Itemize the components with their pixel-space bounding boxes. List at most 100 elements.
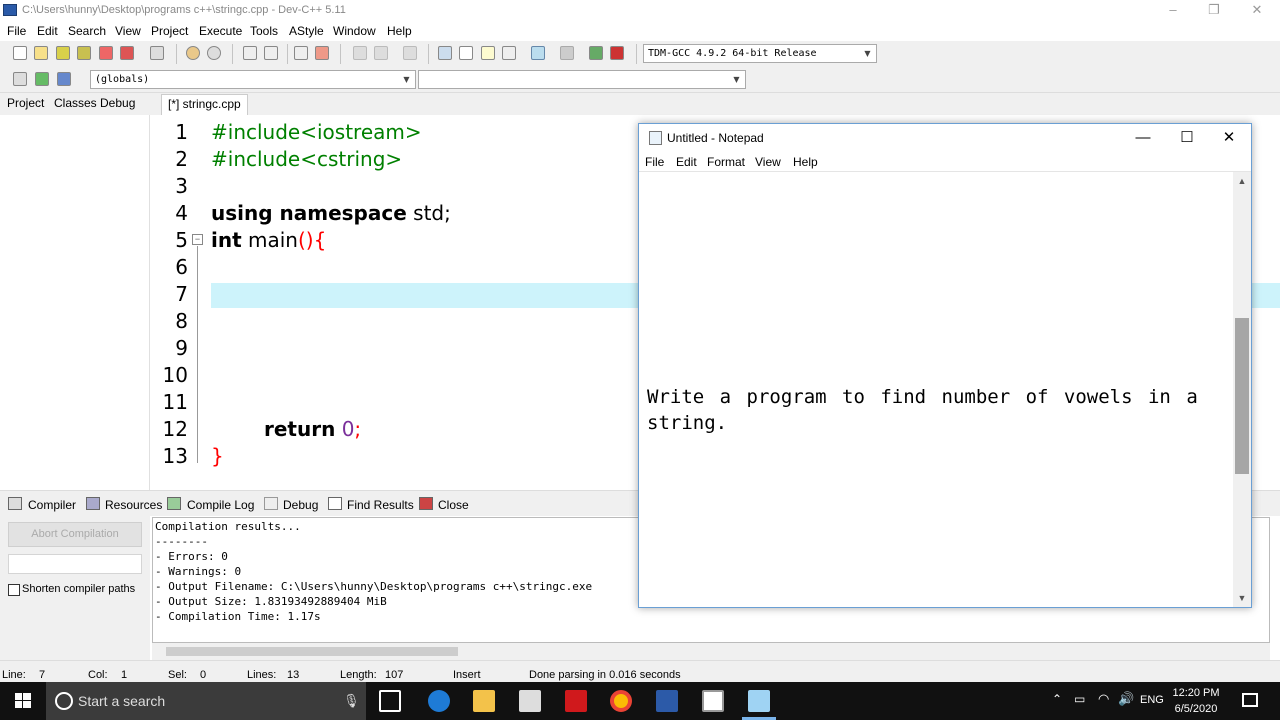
tab-resources[interactable]: Resources — [105, 498, 162, 512]
tile-icon[interactable] — [438, 46, 452, 60]
store-icon[interactable] — [519, 690, 541, 712]
log-line: - Output Size: 1.83193492889404 MiB — [155, 595, 387, 608]
class-icon[interactable] — [13, 72, 27, 86]
cortana-icon — [55, 692, 73, 710]
menu-file[interactable]: File — [7, 24, 26, 38]
code-line-2: #include<cstring> — [211, 147, 403, 171]
find-icon[interactable] — [243, 46, 257, 60]
maximize-icon[interactable]: ☐ — [1165, 124, 1209, 152]
file-explorer-icon[interactable] — [473, 690, 495, 712]
wifi-icon[interactable]: ◠ — [1098, 691, 1109, 707]
print-icon[interactable] — [150, 46, 164, 60]
check-syntax-icon[interactable] — [531, 46, 545, 60]
menu-execute[interactable]: Execute — [199, 24, 242, 38]
chrome-icon[interactable] — [610, 690, 632, 712]
notepad-menu-view[interactable]: View — [755, 155, 781, 169]
log-horizontal-scrollbar[interactable] — [152, 643, 1270, 660]
menu-astyle[interactable]: AStyle — [289, 24, 324, 38]
chevron-up-icon[interactable]: ⌃ — [1052, 692, 1062, 706]
minimize-icon[interactable]: – — [1150, 0, 1196, 22]
symbol-select[interactable]: ▼ — [418, 70, 746, 89]
tab-compiler[interactable]: Compiler — [28, 498, 76, 512]
edge-icon[interactable] — [428, 690, 450, 712]
taskbar-search[interactable]: Start a search 🎙 — [46, 682, 366, 720]
clock[interactable]: 12:20 PM 6/5/2020 — [1160, 685, 1232, 717]
notepad-taskbar-icon[interactable] — [748, 690, 770, 712]
abort-compilation-button[interactable]: Abort Compilation — [8, 522, 142, 547]
acrobat-icon[interactable] — [565, 690, 587, 712]
tab-close[interactable]: Close — [438, 498, 469, 512]
tab-debug-output[interactable]: Debug — [283, 498, 318, 512]
restore-icon[interactable]: ❐ — [1191, 0, 1237, 22]
comment-icon[interactable] — [403, 46, 417, 60]
menu-project[interactable]: Project — [151, 24, 188, 38]
save-all-icon[interactable] — [77, 46, 91, 60]
new-file-icon[interactable] — [13, 46, 27, 60]
open-icon[interactable] — [34, 46, 48, 60]
notepad-menu-help[interactable]: Help — [793, 155, 818, 169]
battery-icon[interactable]: ▭ — [1074, 692, 1085, 706]
status-length-label: Length: — [340, 669, 377, 681]
menu-edit[interactable]: Edit — [37, 24, 58, 38]
scroll-up-icon[interactable]: ▲ — [1233, 174, 1251, 188]
tab-project[interactable]: Project — [7, 96, 44, 110]
microphone-icon[interactable]: 🎙 — [343, 693, 360, 709]
unindent-icon[interactable] — [374, 46, 388, 60]
devcpp-taskbar-icon[interactable] — [656, 690, 678, 712]
line-number: 1 — [175, 120, 188, 144]
tab-stringc-cpp[interactable]: [*] stringc.cpp — [161, 94, 248, 115]
compile-log-icon — [167, 497, 181, 510]
chart-icon[interactable] — [589, 46, 603, 60]
fold-toggle-icon[interactable]: − — [192, 234, 203, 245]
scrollbar-thumb[interactable] — [1235, 318, 1249, 474]
tab-find-results[interactable]: Find Results — [347, 498, 414, 512]
notepad-vertical-scrollbar[interactable]: ▲ ▼ — [1233, 172, 1251, 607]
debug-icon[interactable] — [610, 46, 624, 60]
task-view-icon[interactable] — [379, 690, 401, 712]
window-icon[interactable] — [459, 46, 473, 60]
redo-icon[interactable] — [207, 46, 221, 60]
close-icon[interactable]: ✕ — [1234, 0, 1280, 22]
menu-search[interactable]: Search — [68, 24, 106, 38]
number-literal: 0 — [341, 417, 355, 441]
notepad-menu-file[interactable]: File — [645, 155, 664, 169]
bookmark-icon[interactable] — [57, 72, 71, 86]
shorten-paths-checkbox[interactable] — [8, 584, 20, 596]
close-icon[interactable]: ✕ — [1207, 124, 1251, 152]
scrollbar-thumb[interactable] — [166, 647, 458, 656]
notepad-menu-edit[interactable]: Edit — [676, 155, 697, 169]
close-all-icon[interactable] — [120, 46, 134, 60]
grid-icon[interactable] — [502, 46, 516, 60]
tab-debug[interactable]: Debug — [100, 96, 135, 110]
notepad-window[interactable]: Untitled - Notepad — ☐ ✕ File Edit Forma… — [638, 123, 1252, 608]
notifications-icon[interactable] — [1242, 693, 1258, 707]
scroll-down-icon[interactable]: ▼ — [1233, 591, 1251, 605]
undo-icon[interactable] — [186, 46, 200, 60]
status-col-label: Col: — [88, 669, 108, 681]
menu-tools[interactable]: Tools — [250, 24, 278, 38]
close-file-icon[interactable] — [99, 46, 113, 60]
add-icon[interactable] — [35, 72, 49, 86]
notepad-title-bar[interactable]: Untitled - Notepad — ☐ ✕ — [639, 124, 1251, 152]
minimize-icon[interactable]: — — [1121, 124, 1165, 152]
menu-view[interactable]: View — [115, 24, 141, 38]
scope-select[interactable]: (globals) ▼ — [90, 70, 416, 89]
tab-classes[interactable]: Classes — [54, 96, 97, 110]
volume-icon[interactable]: 🔊 — [1118, 691, 1134, 707]
start-button[interactable] — [0, 682, 46, 720]
shorten-paths-option[interactable]: Shorten compiler paths — [8, 583, 148, 597]
menu-window[interactable]: Window — [333, 24, 376, 38]
save-icon[interactable] — [56, 46, 70, 60]
indent-icon[interactable] — [353, 46, 367, 60]
toggle-icon[interactable] — [315, 46, 329, 60]
notepad-text[interactable]: Write a program to find number of vowels… — [647, 384, 1207, 436]
replace-icon[interactable] — [264, 46, 278, 60]
notepad-menu-format[interactable]: Format — [707, 155, 745, 169]
photos-icon[interactable] — [702, 690, 724, 712]
compiler-select[interactable]: TDM-GCC 4.9.2 64-bit Release ▼ — [643, 44, 877, 63]
goto-icon[interactable] — [294, 46, 308, 60]
stop-icon[interactable] — [560, 46, 574, 60]
menu-help[interactable]: Help — [387, 24, 412, 38]
fullscreen-icon[interactable] — [481, 46, 495, 60]
tab-compile-log[interactable]: Compile Log — [187, 498, 254, 512]
